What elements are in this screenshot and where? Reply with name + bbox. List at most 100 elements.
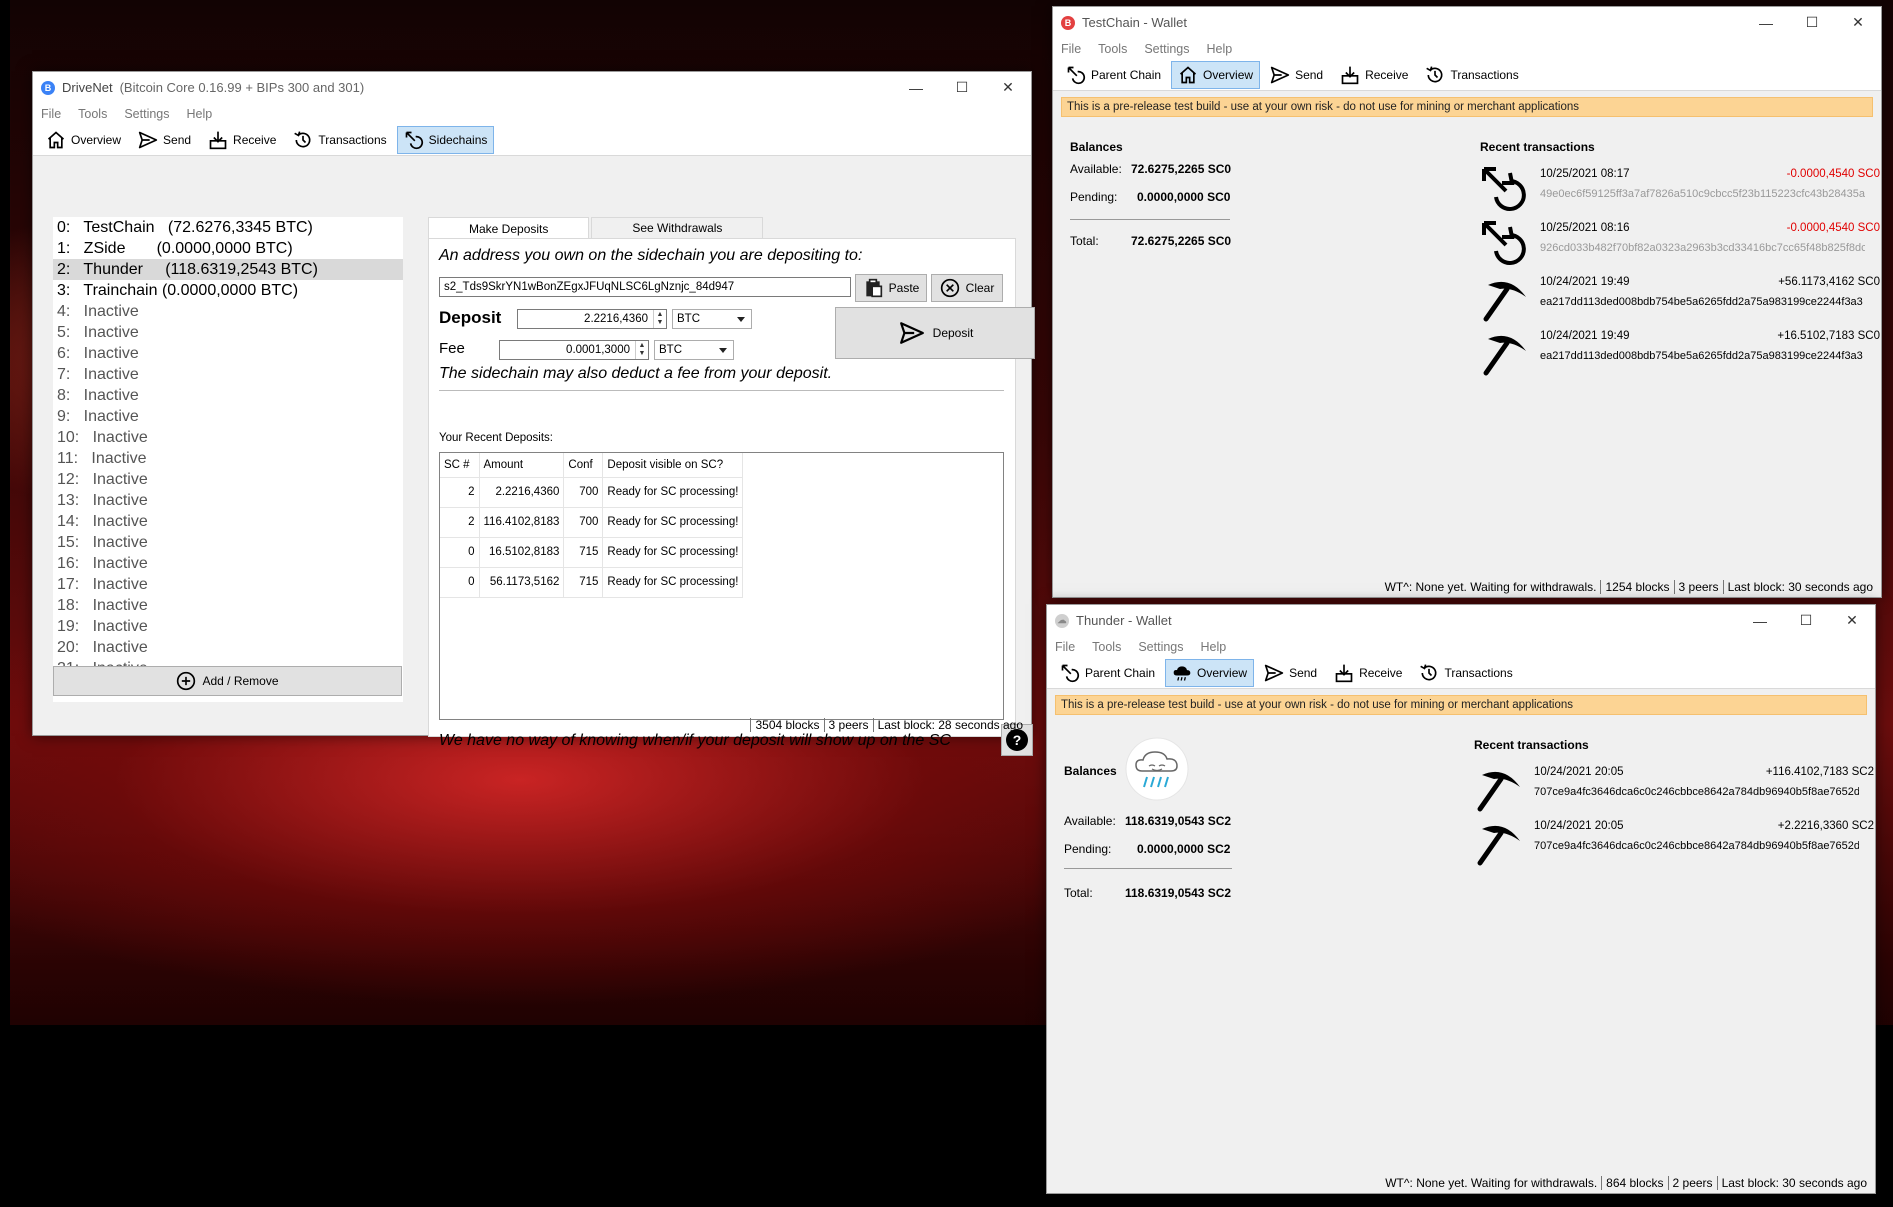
transactions-button[interactable]: Transactions xyxy=(1412,659,1519,687)
sidechain-item[interactable]: 10: Inactive xyxy=(53,427,403,448)
testchain-titlebar[interactable]: B TestChain - Wallet — ☐ ✕ xyxy=(1053,7,1881,38)
menu-file[interactable]: File xyxy=(1055,640,1075,654)
column-amount[interactable]: Amount xyxy=(479,453,565,478)
sidechain-item[interactable]: 8: Inactive xyxy=(53,385,403,406)
menu-file[interactable]: File xyxy=(1061,42,1081,56)
transactions-button[interactable]: Transactions xyxy=(286,126,393,154)
add-remove-button[interactable]: Add / Remove xyxy=(53,666,402,696)
sidechain-item[interactable]: 15: Inactive xyxy=(53,532,403,553)
column-visible[interactable]: Deposit visible on SC? xyxy=(602,453,744,478)
menu-tools[interactable]: Tools xyxy=(1098,42,1127,56)
sidechain-item[interactable]: 1: ZSide (0.0000,0000 BTC) xyxy=(53,238,403,259)
total-label: Total: xyxy=(1064,886,1093,900)
clear-button[interactable]: Clear xyxy=(931,274,1003,302)
transaction-item[interactable]: 10/24/2021 19:49 +56.1173,4162 SC0 ea217… xyxy=(1480,270,1880,324)
sidechain-item[interactable]: 16: Inactive xyxy=(53,553,403,574)
address-input[interactable]: s2_Tds9SkrYN1wBonZEgxJFUqNLSC6LgNznjc_84… xyxy=(439,277,851,297)
overview-button[interactable]: Overview xyxy=(1165,658,1255,687)
overview-button[interactable]: Overview xyxy=(39,126,128,154)
deposit-amount-input[interactable]: 2.2216,4360 ▲ ▼ xyxy=(517,309,667,329)
recent-deposits-table[interactable]: SC # Amount Conf Deposit visible on SC? … xyxy=(439,452,1004,720)
send-button[interactable]: Send xyxy=(1263,61,1330,89)
menu-help[interactable]: Help xyxy=(1201,640,1227,654)
transactions-button[interactable]: Transactions xyxy=(1418,61,1525,89)
tx-hash: 707ce9a4fc3646dca6c0c246cbbce8642a784db9… xyxy=(1534,786,1859,798)
paste-button[interactable]: Paste xyxy=(855,274,927,302)
overview-label: Overview xyxy=(71,132,122,147)
close-button[interactable]: ✕ xyxy=(1829,605,1875,636)
sidechain-item[interactable]: 20: Inactive xyxy=(53,637,403,658)
sidechain-item[interactable]: 6: Inactive xyxy=(53,343,403,364)
sidechain-item[interactable]: 19: Inactive xyxy=(53,616,403,637)
menu-help[interactable]: Help xyxy=(187,107,213,121)
cell-amount: 2.2216,4360 xyxy=(479,477,565,508)
receive-button[interactable]: Receive xyxy=(1327,659,1409,687)
minimize-button[interactable]: — xyxy=(893,72,939,103)
menu-file[interactable]: File xyxy=(41,107,61,121)
bottom-note: We have no way of knowing when/if your d… xyxy=(439,732,951,749)
menu-settings[interactable]: Settings xyxy=(1144,42,1189,56)
sidechain-item[interactable]: 5: Inactive xyxy=(53,322,403,343)
table-row[interactable]: 2 116.4102,8183 700 Ready for SC process… xyxy=(440,507,744,538)
menu-tools[interactable]: Tools xyxy=(1092,640,1121,654)
sidechain-item-selected[interactable]: 2: Thunder (118.6319,2543 BTC) xyxy=(53,259,403,280)
fee-amount-input[interactable]: 0.0001,3000 ▲ ▼ xyxy=(499,340,649,360)
paste-label: Paste xyxy=(888,281,920,295)
menu-help[interactable]: Help xyxy=(1207,42,1233,56)
send-icon xyxy=(1264,663,1284,683)
overview-button[interactable]: Overview xyxy=(1171,60,1261,89)
menu-settings[interactable]: Settings xyxy=(1138,640,1183,654)
parent-chain-button[interactable]: Parent Chain xyxy=(1053,659,1162,687)
deposit-button[interactable]: Deposit xyxy=(835,307,1035,359)
sidechain-item[interactable]: 7: Inactive xyxy=(53,364,403,385)
table-row[interactable]: 2 2.2216,4360 700 Ready for SC processin… xyxy=(440,477,744,508)
tx-hash: 926cd033b482f70bf82a0323a2963b3cd33416bc… xyxy=(1540,242,1865,254)
spin-arrows-icon[interactable]: ▲ ▼ xyxy=(653,310,666,328)
sidechain-item[interactable]: 11: Inactive xyxy=(53,448,403,469)
transaction-item[interactable]: 10/24/2021 19:49 +16.5102,7183 SC0 ea217… xyxy=(1480,324,1880,378)
close-button[interactable]: ✕ xyxy=(1835,7,1881,38)
table-row[interactable]: 0 56.1173,5162 715 Ready for SC processi… xyxy=(440,567,744,598)
close-button[interactable]: ✕ xyxy=(985,72,1031,103)
sidechain-item[interactable]: 4: Inactive xyxy=(53,301,403,322)
menu-settings[interactable]: Settings xyxy=(124,107,169,121)
spin-arrows-icon[interactable]: ▲ ▼ xyxy=(635,341,648,359)
drivenet-titlebar[interactable]: B DriveNet (Bitcoin Core 0.16.99 + BIPs … xyxy=(33,72,1031,103)
transaction-item[interactable]: 10/25/2021 08:17 -0.0000,4540 SC0 49e0ec… xyxy=(1480,162,1880,216)
maximize-button[interactable]: ☐ xyxy=(1789,7,1835,38)
transaction-item[interactable]: 10/24/2021 20:05 +2.2216,3360 SC2 707ce9… xyxy=(1474,814,1874,868)
send-button[interactable]: Send xyxy=(1257,659,1324,687)
tab-make-deposits[interactable]: Make Deposits xyxy=(428,217,590,239)
maximize-button[interactable]: ☐ xyxy=(939,72,985,103)
sidechain-item[interactable]: 9: Inactive xyxy=(53,406,403,427)
receive-button[interactable]: Receive xyxy=(201,126,283,154)
send-button[interactable]: Send xyxy=(131,126,198,154)
sidechain-item[interactable]: 12: Inactive xyxy=(53,469,403,490)
column-conf[interactable]: Conf xyxy=(563,453,604,478)
deposit-unit-select[interactable]: BTC xyxy=(672,309,752,329)
divider xyxy=(1070,219,1230,220)
sidechain-item[interactable]: 14: Inactive xyxy=(53,511,403,532)
sidechain-item[interactable]: 3: Trainchain (0.0000,0000 BTC) xyxy=(53,280,403,301)
fee-unit-select[interactable]: BTC xyxy=(654,340,734,360)
sidechains-button[interactable]: Sidechains xyxy=(396,125,495,154)
pre-release-warning: This is a pre-release test build - use a… xyxy=(1061,97,1873,117)
transaction-item[interactable]: 10/25/2021 08:16 -0.0000,4540 SC0 926cd0… xyxy=(1480,216,1880,270)
deposit-button-label: Deposit xyxy=(932,326,974,340)
table-row[interactable]: 0 16.5102,8183 715 Ready for SC processi… xyxy=(440,537,744,568)
sidechain-list[interactable]: 0: TestChain (72.6276,3345 BTC) 1: ZSide… xyxy=(53,217,403,702)
thunder-titlebar[interactable]: ☁ Thunder - Wallet — ☐ ✕ xyxy=(1047,605,1875,636)
maximize-button[interactable]: ☐ xyxy=(1783,605,1829,636)
sidechain-item[interactable]: 18: Inactive xyxy=(53,595,403,616)
transaction-item[interactable]: 10/24/2021 20:05 +116.4102,7183 SC2 707c… xyxy=(1474,760,1874,814)
minimize-button[interactable]: — xyxy=(1737,605,1783,636)
tab-see-withdrawals[interactable]: See Withdrawals xyxy=(591,217,764,238)
sidechain-item[interactable]: 13: Inactive xyxy=(53,490,403,511)
menu-tools[interactable]: Tools xyxy=(78,107,107,121)
minimize-button[interactable]: — xyxy=(1743,7,1789,38)
column-sc[interactable]: SC # xyxy=(440,453,480,478)
sidechain-item[interactable]: 0: TestChain (72.6276,3345 BTC) xyxy=(53,217,403,238)
parent-chain-button[interactable]: Parent Chain xyxy=(1059,61,1168,89)
receive-button[interactable]: Receive xyxy=(1333,61,1415,89)
sidechain-item[interactable]: 17: Inactive xyxy=(53,574,403,595)
